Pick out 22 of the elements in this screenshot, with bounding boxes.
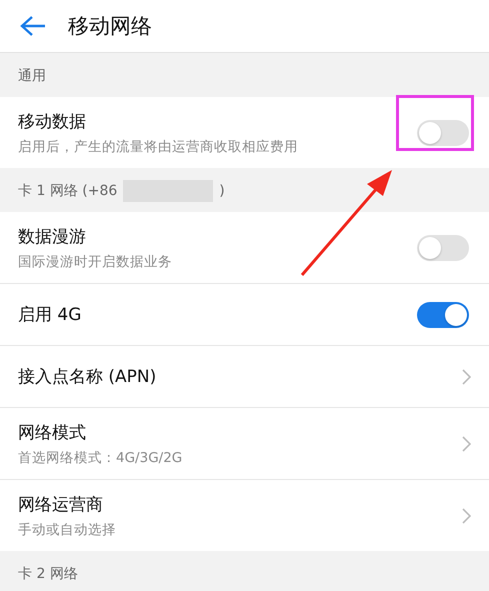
setting-description: 首选网络模式：4G/3G/2G bbox=[18, 448, 182, 466]
setting-title[interactable]: 移动数据 bbox=[18, 110, 298, 132]
setting-description: 手动或自动选择 bbox=[18, 520, 116, 538]
setting-description: 国际漫游时开启数据业务 bbox=[18, 252, 172, 270]
chevron-icon bbox=[462, 508, 471, 524]
section-header: 卡 2 网络 bbox=[18, 565, 78, 583]
setting-title[interactable]: 接入点名称 (APN) bbox=[18, 365, 156, 388]
setting-description: 启用后，产生的流量将由运营商收取相应费用 bbox=[18, 138, 298, 156]
back-icon[interactable] bbox=[20, 15, 46, 37]
section-header: 通用 bbox=[18, 67, 46, 85]
section-header: 卡 1 网络 (+86 bbox=[18, 182, 118, 200]
chevron-icon bbox=[462, 368, 471, 384]
section-header: ) bbox=[219, 183, 225, 199]
setting-title[interactable]: 数据漫游 bbox=[18, 224, 172, 248]
setting-title[interactable]: 网络运营商 bbox=[18, 492, 116, 516]
setting-title[interactable]: 网络模式 bbox=[18, 420, 182, 444]
toggle-switch[interactable] bbox=[417, 302, 469, 328]
toggle-switch[interactable] bbox=[417, 234, 469, 260]
setting-title[interactable]: 启用 4G bbox=[18, 303, 82, 326]
toggle-switch[interactable] bbox=[417, 120, 469, 146]
page-title: 移动网络 bbox=[68, 13, 152, 40]
chevron-icon bbox=[462, 436, 471, 452]
